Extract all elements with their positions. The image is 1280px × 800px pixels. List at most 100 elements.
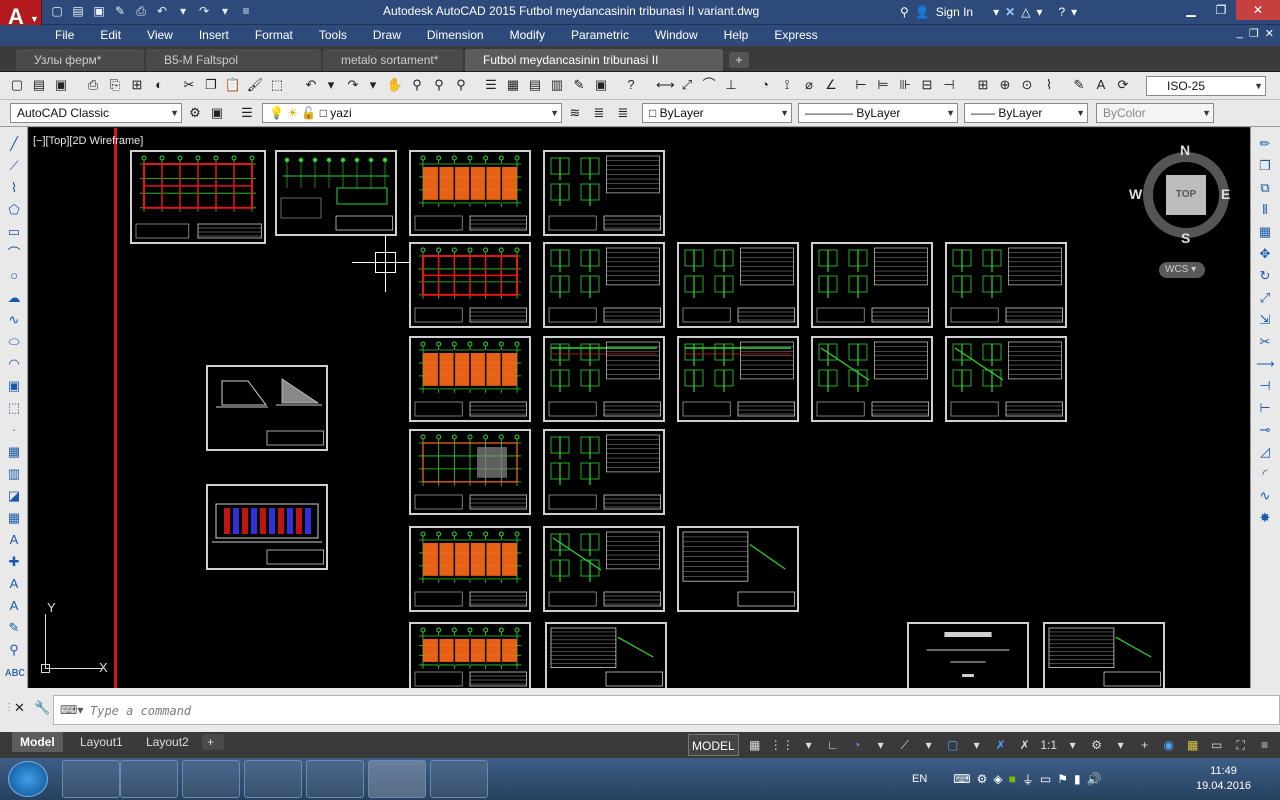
polyline-icon[interactable]: ⌇ <box>5 179 23 197</box>
layer-previous-icon[interactable]: ≣ <box>590 104 608 122</box>
command-prompt-icon[interactable]: ⌨▾ <box>60 703 83 717</box>
diameter-dim-icon[interactable]: ⌀ <box>800 76 818 94</box>
tab-model[interactable]: Model <box>12 732 63 752</box>
clock[interactable]: 11:49 19.04.2016 <box>1196 764 1251 794</box>
add-layout-button[interactable]: + <box>202 734 224 750</box>
compass-east[interactable]: E <box>1221 186 1230 202</box>
restore-button[interactable]: ❐ <box>1206 0 1236 20</box>
chevron-down-icon[interactable]: ▾ <box>797 734 821 756</box>
zoom-window-icon[interactable]: ⚲ <box>430 76 448 94</box>
find-text-icon[interactable]: ⚲ <box>5 641 23 659</box>
menu-view[interactable]: View <box>134 25 186 46</box>
line-icon[interactable]: ╱ <box>5 135 23 153</box>
dim-edit-icon[interactable]: ✎ <box>1070 76 1088 94</box>
viewcube-top-face[interactable]: TOP <box>1166 175 1206 215</box>
blend-icon[interactable]: ∿ <box>1256 487 1274 505</box>
dim-space-icon[interactable]: ⊟ <box>918 76 936 94</box>
center-mark-icon[interactable]: ⊕ <box>996 76 1014 94</box>
lineweight-dropdown[interactable]: —— ByLayer ▼ <box>964 103 1088 123</box>
dim-style-dropdown[interactable]: ISO-25 ▼ <box>1146 76 1266 96</box>
notifications-icon[interactable]: ⚑ <box>1057 772 1068 786</box>
close-command-icon[interactable]: ✕ <box>14 700 25 716</box>
copy-icon[interactable]: ❐ <box>202 76 220 94</box>
open-icon[interactable]: ▤ <box>30 76 48 94</box>
ortho-icon[interactable]: ∟ <box>821 734 845 756</box>
menu-window[interactable]: Window <box>642 25 711 46</box>
help-dropdown-icon[interactable]: ▾ <box>1071 5 1077 19</box>
plot-preview-icon[interactable]: ⎘ <box>106 76 124 94</box>
menu-help[interactable]: Help <box>711 25 762 46</box>
snap-icon[interactable]: ⋮⋮ <box>767 734 797 756</box>
chevron-down-icon[interactable]: ▾ <box>869 734 893 756</box>
cut-icon[interactable]: ✂ <box>180 76 198 94</box>
fullscreen-icon[interactable]: ⛶ <box>1229 734 1253 756</box>
tab-layout1[interactable]: Layout1 <box>72 732 131 752</box>
point-icon[interactable]: · <box>5 421 23 439</box>
network-tool-icon[interactable]: ⚙ <box>977 772 988 786</box>
menu-format[interactable]: Format <box>242 25 306 46</box>
stretch-icon[interactable]: ⇲ <box>1256 311 1274 329</box>
isolate-objects-icon[interactable]: ◉ <box>1157 734 1181 756</box>
volume-icon[interactable]: 🔊 <box>1087 772 1102 786</box>
pan-icon[interactable]: ✋ <box>386 76 404 94</box>
calculator-taskbar-icon[interactable] <box>306 760 364 798</box>
customize-icon[interactable]: ≡ <box>1253 734 1277 756</box>
extend-icon[interactable]: ⟶ <box>1256 355 1275 373</box>
menu-draw[interactable]: Draw <box>360 25 414 46</box>
zoom-previous-icon[interactable]: ⚲ <box>452 76 470 94</box>
trim-icon[interactable]: ✂ <box>1256 333 1274 351</box>
continue-dim-icon[interactable]: ⊪ <box>896 76 914 94</box>
redo-dropdown-icon[interactable]: ▾ <box>364 76 382 94</box>
menu-dimension[interactable]: Dimension <box>414 25 497 46</box>
angular-dim-icon[interactable]: ∠ <box>822 76 840 94</box>
a360-icon[interactable]: △ <box>1021 5 1030 19</box>
edit-text-icon[interactable]: ✎ <box>5 619 23 637</box>
zoom-realtime-icon[interactable]: ⚲ <box>408 76 426 94</box>
erase-icon[interactable]: ✏ <box>1256 135 1274 153</box>
file-tab-futbol[interactable]: Futbol meydancasinin tribunasi II varian… <box>465 49 723 89</box>
array-icon[interactable]: ▦ <box>1256 223 1274 241</box>
arc-length-icon[interactable]: ⌒ <box>700 76 718 94</box>
layer-dropdown[interactable]: 💡 ☀ 🔓 □ yazi ▼ <box>262 103 562 123</box>
help-icon[interactable]: ? <box>622 76 640 94</box>
jogged-linear-icon[interactable]: ⌇ <box>1040 76 1058 94</box>
chevron-down-icon[interactable]: ▾ <box>965 734 989 756</box>
menu-file[interactable]: File <box>42 25 87 46</box>
tolerance-icon[interactable]: ⊞ <box>974 76 992 94</box>
binoculars-icon[interactable]: ⚲ <box>900 5 909 19</box>
insert-block-icon[interactable]: ▣ <box>5 377 23 395</box>
chevron-down-icon[interactable]: ▾ <box>1061 734 1085 756</box>
menu-express[interactable]: Express <box>761 25 830 46</box>
radius-dim-icon[interactable]: ◔ <box>756 76 774 94</box>
3d-dwf-icon[interactable]: ◐ <box>150 76 168 94</box>
doc-close-button[interactable]: ✕ <box>1265 27 1274 40</box>
model-space-button[interactable]: MODEL <box>688 734 739 756</box>
spline-icon[interactable]: ∿ <box>5 311 23 329</box>
add-selected-icon[interactable]: ✚ <box>5 553 23 571</box>
design-center-icon[interactable]: ▦ <box>504 76 522 94</box>
sheet-set-icon[interactable]: ▥ <box>548 76 566 94</box>
color-dropdown[interactable]: □ ByLayer ▼ <box>642 103 792 123</box>
fillet-icon[interactable]: ◜ <box>1256 465 1274 483</box>
table-icon[interactable]: ▦ <box>5 509 23 527</box>
redo-dropdown-icon[interactable]: ▾ <box>216 2 234 20</box>
region-icon[interactable]: ◪ <box>5 487 23 505</box>
plotstyle-dropdown[interactable]: ByColor ▼ <box>1096 103 1214 123</box>
dim-text-edit-icon[interactable]: A <box>1092 76 1110 94</box>
plot-icon[interactable]: ⎙ <box>84 76 102 94</box>
wcs-dropdown[interactable]: WCS ▾ <box>1159 262 1205 278</box>
customize-qat-icon[interactable]: ≡ <box>237 2 255 20</box>
doc-restore-button[interactable]: ❐ <box>1249 27 1259 40</box>
move-icon[interactable]: ✥ <box>1256 245 1274 263</box>
dim-update-icon[interactable]: ⟳ <box>1114 76 1132 94</box>
menu-insert[interactable]: Insert <box>186 25 242 46</box>
single-line-text-icon[interactable]: A <box>5 597 23 615</box>
undo-icon[interactable]: ↶ <box>302 76 320 94</box>
minimize-button[interactable]: ▁ <box>1176 0 1206 20</box>
ellipse-arc-icon[interactable]: ◠ <box>5 355 23 373</box>
chevron-down-icon[interactable]: ▾ <box>1109 734 1133 756</box>
explorer-taskbar-icon[interactable] <box>62 760 120 798</box>
undo-dropdown-icon[interactable]: ▾ <box>322 76 340 94</box>
start-button[interactable] <box>8 761 48 797</box>
menu-edit[interactable]: Edit <box>87 25 134 46</box>
